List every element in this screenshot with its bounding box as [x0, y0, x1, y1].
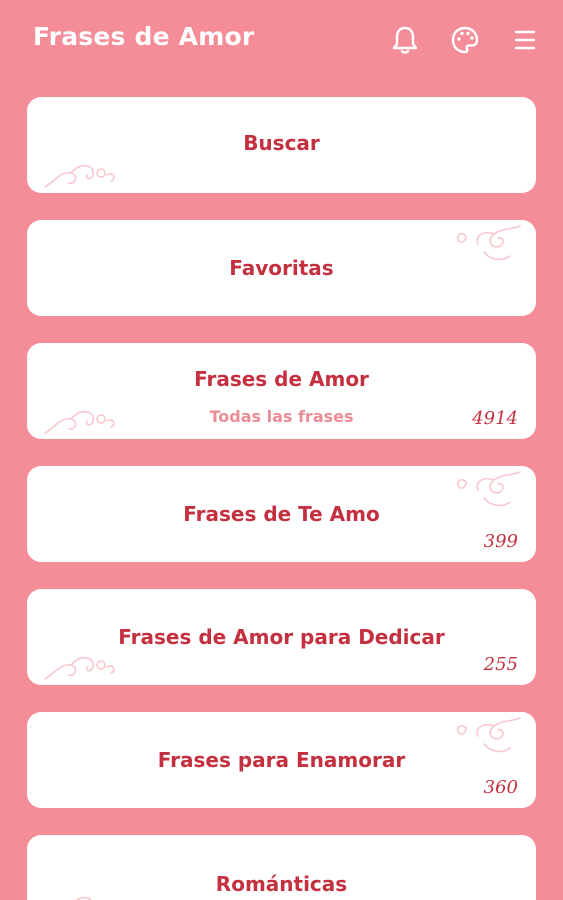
flourish-ornament	[44, 164, 115, 188]
category-title: Frases para Enamorar	[157, 748, 406, 772]
category-title: Frases de Amor	[194, 367, 369, 391]
phrase-count: 360	[483, 777, 518, 798]
phrase-count: 255	[483, 654, 518, 675]
category-card-favoritas[interactable]: Favoritas	[27, 220, 536, 316]
category-title: Frases de Amor para Dedicar	[118, 625, 445, 649]
phrase-count: 399	[483, 531, 518, 552]
flourish-ornament	[44, 656, 115, 680]
category-card-romanticas[interactable]: Románticas	[27, 835, 536, 900]
category-title: Favoritas	[229, 256, 334, 280]
category-title: Frases de Te Amo	[183, 502, 380, 526]
phrase-count: 4914	[472, 408, 518, 429]
category-card-buscar[interactable]: Buscar	[27, 97, 536, 193]
category-card-frases-de-te-amo[interactable]: Frases de Te Amo 399	[27, 466, 536, 562]
category-card-frases-para-enamorar[interactable]: Frases para Enamorar 360	[27, 712, 536, 808]
category-card-frases-de-amor[interactable]: Frases de Amor Todas las frases 4914	[27, 343, 536, 439]
category-card-frases-de-amor-para-dedicar[interactable]: Frases de Amor para Dedicar 255	[27, 589, 536, 685]
category-subtitle: Todas las frases	[209, 407, 354, 426]
category-title: Románticas	[215, 872, 348, 896]
category-title: Buscar	[243, 131, 320, 155]
category-list: Buscar Favoritas Frases de Amor Todas la…	[0, 0, 563, 900]
